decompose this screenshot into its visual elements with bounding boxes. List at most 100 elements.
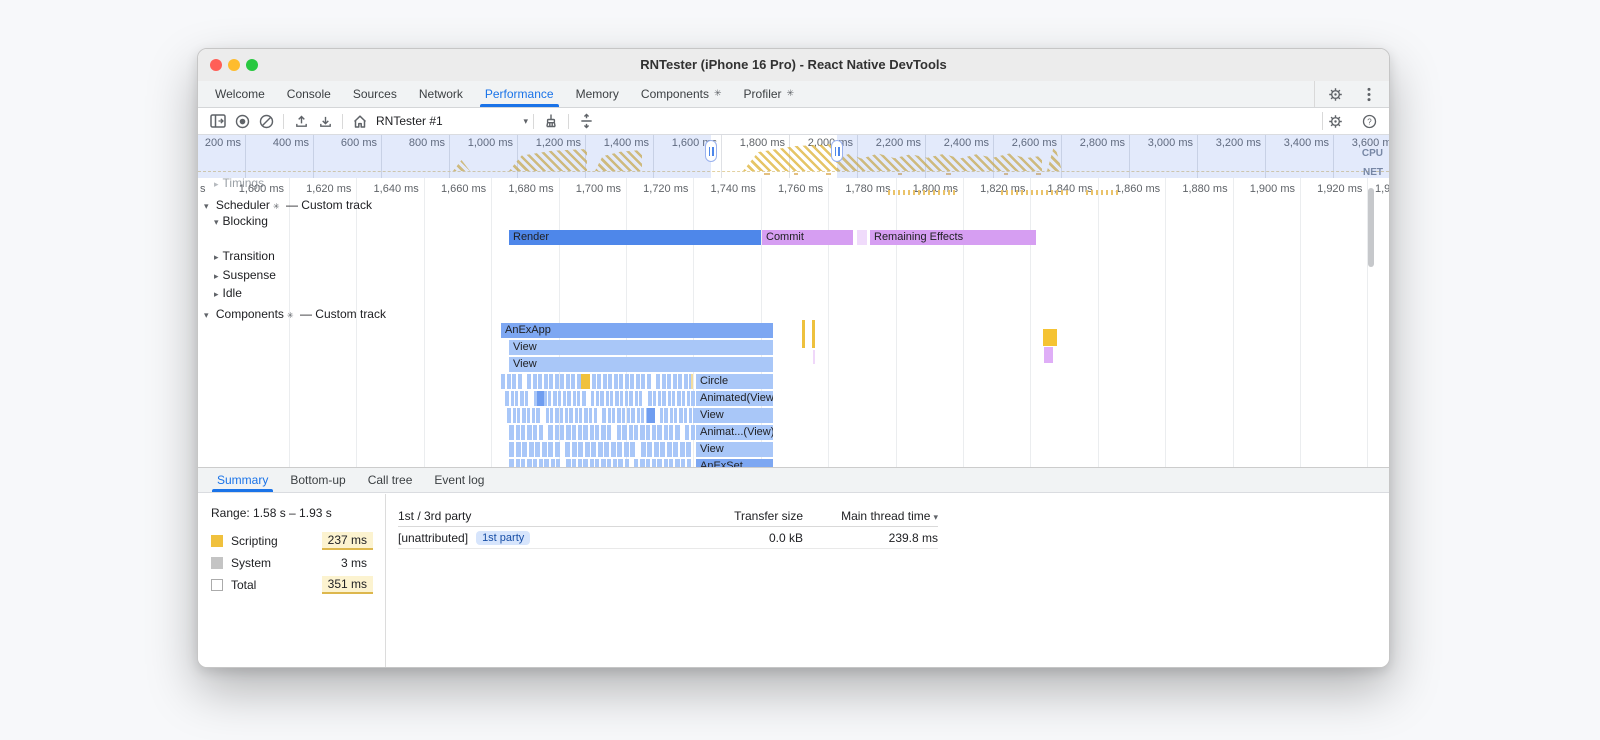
flame-thin-bar[interactable]: [584, 442, 590, 457]
flame-thin-bar[interactable]: [572, 425, 576, 440]
flame-bar-anexset[interactable]: AnExSet: [696, 459, 773, 467]
flame-thin-bar[interactable]: [616, 408, 621, 423]
flame-thin-bar[interactable]: [647, 442, 652, 457]
flame-thin-bar[interactable]: [517, 374, 522, 389]
flame-thin-bar[interactable]: [630, 374, 634, 389]
flame-thin-bar[interactable]: [595, 425, 599, 440]
flame-thin-bar[interactable]: [607, 408, 611, 423]
flame-thin-bar-highlight[interactable]: [647, 408, 655, 423]
flame-thin-bar[interactable]: [612, 408, 615, 423]
collect-garbage-icon[interactable]: [539, 110, 563, 132]
flame-thin-bar[interactable]: [550, 459, 555, 467]
flame-thin-bar[interactable]: [583, 425, 588, 440]
timeline-overview[interactable]: 200 ms 400 ms 600 ms 800 ms 1,000 ms 1,200 ms…: [198, 135, 1389, 179]
flame-thin-bar[interactable]: [528, 442, 534, 457]
scheduler-child-transition[interactable]: ▸ Transition: [214, 249, 275, 263]
flame-thin-bar[interactable]: [610, 442, 616, 457]
flame-thin-bar[interactable]: [554, 442, 560, 457]
flame-thin-bar[interactable]: [581, 391, 586, 406]
flame-thin-bar[interactable]: [533, 459, 537, 467]
timeline-flamechart[interactable]: ▸ Timings ▾ Scheduler ✳ — Custom track ▾ C…: [198, 178, 1389, 467]
flame-thin-bar[interactable]: [620, 391, 623, 406]
flame-thin-bar[interactable]: [664, 408, 668, 423]
flame-thin-bar[interactable]: [676, 391, 681, 406]
flame-thin-bar[interactable]: [577, 391, 580, 406]
selection-handle-left[interactable]: [705, 140, 717, 162]
flame-thin-bar[interactable]: [641, 408, 644, 423]
flame-thin-bar[interactable]: [614, 391, 619, 406]
flame-thin-bar[interactable]: [548, 425, 553, 440]
download-profile-icon[interactable]: [313, 110, 337, 132]
flame-bar-animated-view[interactable]: Animated(View): [696, 391, 773, 406]
flame-thin-bar[interactable]: [640, 442, 646, 457]
bottom-tab-summary[interactable]: Summary: [206, 468, 279, 492]
flame-thin-bar[interactable]: [610, 391, 613, 406]
flame-thin-bar[interactable]: [591, 442, 596, 457]
flame-thin-bar[interactable]: [639, 391, 642, 406]
flame-thin-bar[interactable]: [512, 408, 516, 423]
flame-thin-bar[interactable]: [515, 459, 520, 467]
more-menu-kebab-icon[interactable]: [1357, 83, 1381, 105]
flame-thin-bar-highlight[interactable]: [581, 374, 590, 389]
flame-thin-bar[interactable]: [691, 391, 695, 406]
scheduler-child-blocking[interactable]: ▾ Blocking: [214, 214, 268, 228]
flame-thin-bar[interactable]: [600, 391, 604, 406]
flame-thin-bar[interactable]: [521, 425, 525, 440]
flame-thin-bar[interactable]: [653, 391, 656, 406]
flame-thin-bar[interactable]: [673, 442, 678, 457]
vertical-scrollbar[interactable]: [1368, 188, 1374, 267]
flame-thin-bar[interactable]: [589, 408, 592, 423]
flame-thin-bar[interactable]: [684, 408, 687, 423]
flame-thin-bar[interactable]: [663, 459, 668, 467]
party-table-row[interactable]: [unattributed] 1st party 0.0 kB 239.8 ms: [398, 527, 938, 549]
flame-thin-bar[interactable]: [679, 442, 685, 457]
flame-thin-bar[interactable]: [678, 408, 683, 423]
flame-bar-animat-view[interactable]: Animat...(View): [696, 425, 773, 440]
flame-thin-bar[interactable]: [578, 442, 583, 457]
flame-bar-view[interactable]: View: [696, 408, 773, 423]
flame-thin-bar[interactable]: [572, 391, 576, 406]
flame-thin-bar[interactable]: [501, 374, 505, 389]
flame-thin-bar[interactable]: [591, 374, 596, 389]
flame-marker[interactable]: [802, 320, 805, 348]
legend-swatch[interactable]: [211, 535, 223, 547]
flame-thin-bar[interactable]: [595, 391, 599, 406]
flame-thin-bar[interactable]: [651, 459, 656, 467]
flame-thin-bar[interactable]: [657, 391, 661, 406]
flame-thin-bar[interactable]: [622, 425, 627, 440]
scheduler-child-suspense[interactable]: ▸ Suspense: [214, 268, 276, 282]
flame-thin-bar[interactable]: [515, 391, 518, 406]
flame-thin-bar[interactable]: [674, 459, 680, 467]
flame-thin-bar[interactable]: [515, 425, 520, 440]
flame-thin-bar[interactable]: [607, 425, 611, 440]
flame-thin-bar[interactable]: [681, 459, 685, 467]
flame-bar-view[interactable]: View: [509, 357, 773, 372]
flame-thin-bar[interactable]: [589, 425, 594, 440]
flame-thin-bar[interactable]: [538, 374, 542, 389]
flame-thin-bar[interactable]: [669, 425, 673, 440]
flame-thin-bar[interactable]: [683, 374, 688, 389]
flame-thin-bar[interactable]: [607, 459, 611, 467]
flame-thin-bar[interactable]: [506, 374, 511, 389]
flame-thin-bar[interactable]: [686, 391, 690, 406]
flame-thin-bar[interactable]: [674, 425, 680, 440]
flame-thin-bar[interactable]: [554, 374, 559, 389]
flame-thin-bar[interactable]: [595, 459, 599, 467]
flame-thin-bar[interactable]: [509, 425, 514, 440]
flame-bar-anexapp[interactable]: AnExApp: [501, 323, 773, 338]
flame-thin-bar[interactable]: [556, 459, 560, 467]
flame-thin-bar[interactable]: [548, 442, 553, 457]
flame-thin-bar[interactable]: [659, 408, 663, 423]
flame-bar-commit[interactable]: Commit: [762, 230, 853, 245]
flame-thin-bar[interactable]: [560, 425, 564, 440]
flame-thin-bar[interactable]: [618, 459, 623, 467]
flame-thin-bar[interactable]: [608, 374, 612, 389]
flame-thin-bar[interactable]: [522, 442, 527, 457]
flame-thin-bar[interactable]: [663, 425, 668, 440]
flame-thin-bar[interactable]: [657, 459, 662, 467]
settings-gear-icon[interactable]: [1323, 83, 1347, 105]
flame-thin-bar[interactable]: [602, 408, 606, 423]
tab-sources[interactable]: Sources: [342, 81, 408, 107]
flame-thin-bar[interactable]: [666, 442, 672, 457]
flame-thin-bar[interactable]: [634, 391, 638, 406]
